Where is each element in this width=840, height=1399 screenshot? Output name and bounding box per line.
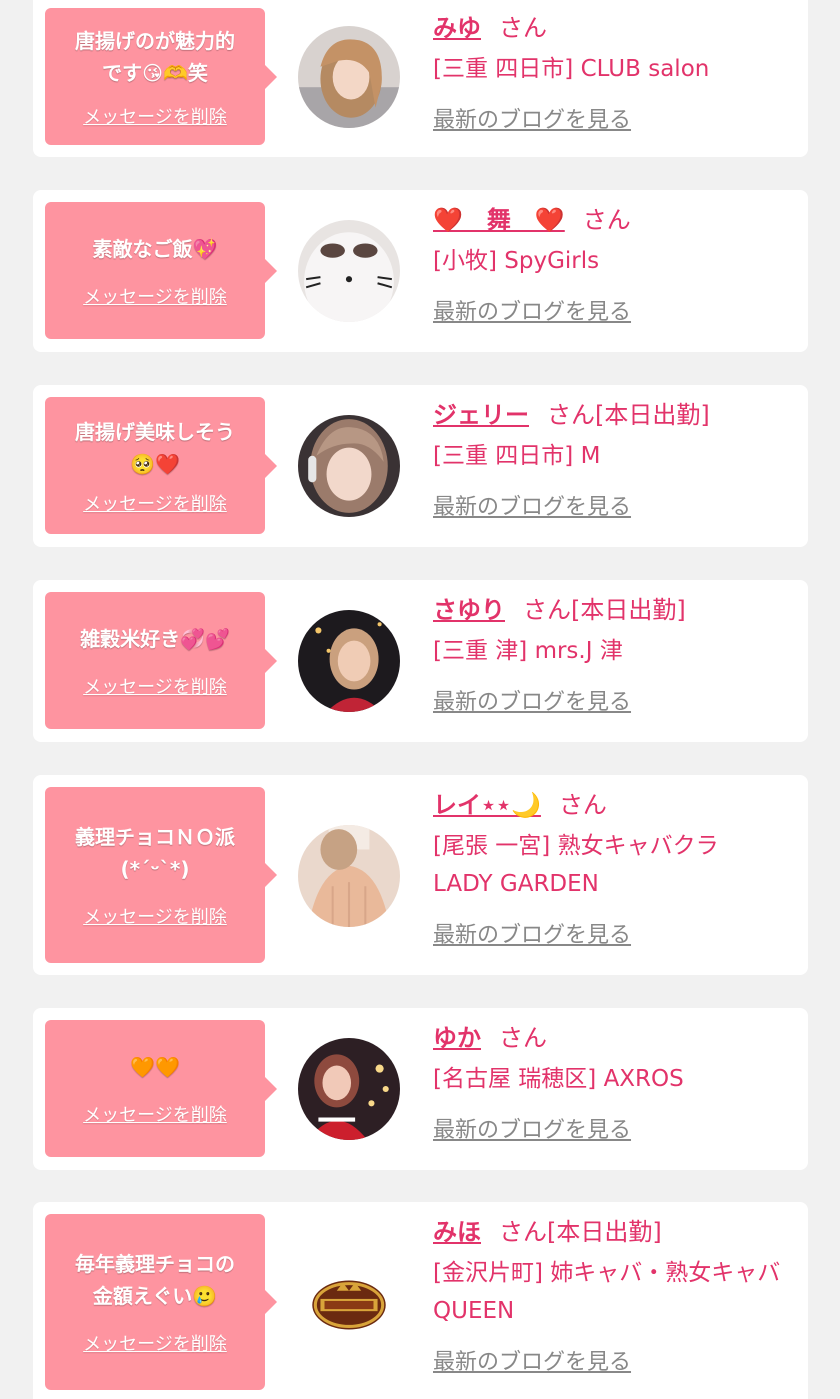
sender-name-link[interactable]: みほ <box>433 1218 481 1246</box>
entry-info: レイ⋆⋆🌙 さん [尾張 一宮] 熟女キャバクラ LADY GARDEN 最新のブ… <box>433 785 796 949</box>
avatar-photo-icon <box>298 610 400 712</box>
honorific: さん <box>499 1024 547 1052</box>
latest-blog-link[interactable]: 最新のブログを見る <box>433 102 631 134</box>
list-item: 🧡🧡 メッセージを削除 ゆか さん [名古屋 瑞穂区] AXROS 最新のブログを… <box>33 1008 808 1170</box>
shop-name: [三重 津] mrs.J 津 <box>433 638 623 664</box>
message-text: 唐揚げのが魅力的 です😘🫶笑 <box>75 28 235 85</box>
sender-name-link[interactable]: ジェリー <box>433 401 529 429</box>
list-item: 素敵なご飯💖 メッセージを削除 ❤️ 舞 ❤️ さん [小牧] SpyGirls … <box>33 190 808 352</box>
avatar-photo-icon <box>298 415 400 517</box>
avatar[interactable] <box>298 1038 400 1140</box>
honorific: さん <box>499 14 547 42</box>
entry-info: さゆり さん[本日出勤] [三重 津] mrs.J 津 最新のブログを見る <box>433 590 796 716</box>
latest-blog-link[interactable]: 最新のブログを見る <box>433 489 631 521</box>
delete-message-link[interactable]: メッセージを削除 <box>83 673 227 699</box>
latest-blog-link[interactable]: 最新のブログを見る <box>433 1344 631 1376</box>
delete-message-link[interactable]: メッセージを削除 <box>83 490 227 516</box>
entry-info: みゆ さん [三重 四日市] CLUB salon 最新のブログを見る <box>433 8 796 134</box>
message-text: 唐揚げ美味しそう 🥺❤️ <box>75 419 235 476</box>
avatar-photo-icon <box>298 825 400 927</box>
sender-name-link[interactable]: レイ⋆⋆🌙 <box>433 791 541 819</box>
message-bubble: 義理チョコＮＯ派 (*ˊᵕˋ*) メッセージを削除 <box>45 787 277 963</box>
latest-blog-link[interactable]: 最新のブログを見る <box>433 684 631 716</box>
honorific: さん <box>523 596 571 624</box>
message-bubble: 唐揚げのが魅力的 です😘🫶笑 メッセージを削除 <box>45 8 277 145</box>
honorific: さん <box>499 1218 547 1246</box>
latest-blog-link[interactable]: 最新のブログを見る <box>433 294 631 326</box>
delete-message-link[interactable]: メッセージを削除 <box>83 283 227 309</box>
shop-name: [尾張 一宮] 熟女キャバクラ LADY GARDEN <box>433 833 719 897</box>
sender-name-link[interactable]: ❤️ 舞 ❤️ <box>433 206 565 234</box>
sender-name-link[interactable]: ゆか <box>433 1024 481 1052</box>
avatar[interactable] <box>298 825 400 927</box>
shop-name: [三重 四日市] M <box>433 443 601 469</box>
latest-blog-link[interactable]: 最新のブログを見る <box>433 917 631 949</box>
list-item: 唐揚げ美味しそう 🥺❤️ メッセージを削除 ジェリー さん[本日出勤] [三重 四… <box>33 385 808 547</box>
shop-name: [三重 四日市] CLUB salon <box>433 56 710 82</box>
delete-message-link[interactable]: メッセージを削除 <box>83 1330 227 1356</box>
avatar[interactable] <box>298 220 400 322</box>
message-text: 毎年義理チョコの 金額えぐい🥲 <box>75 1252 235 1308</box>
message-text: 🧡🧡 <box>130 1054 180 1079</box>
message-bubble: 素敵なご飯💖 メッセージを削除 <box>45 202 277 339</box>
message-text: 雑穀米好き💞💕 <box>80 626 230 651</box>
honorific: さん <box>558 791 607 819</box>
status-badge: [本日出勤] <box>547 1218 662 1246</box>
honorific: さん <box>582 206 631 234</box>
shop-name: [金沢片町] 姉キャバ・熟女キャバ QUEEN <box>433 1260 781 1324</box>
avatar-photo-icon <box>298 26 400 128</box>
shop-name: [小牧] SpyGirls <box>433 248 600 274</box>
avatar[interactable] <box>298 26 400 128</box>
delete-message-link[interactable]: メッセージを削除 <box>83 103 227 129</box>
sender-name-link[interactable]: さゆり <box>433 596 505 624</box>
message-bubble: 唐揚げ美味しそう 🥺❤️ メッセージを削除 <box>45 397 277 534</box>
entry-info: ジェリー さん[本日出勤] [三重 四日市] M 最新のブログを見る <box>433 395 796 521</box>
sender-name-link[interactable]: みゆ <box>433 14 481 42</box>
message-bubble: 雑穀米好き💞💕 メッセージを削除 <box>45 592 277 729</box>
latest-blog-link[interactable]: 最新のブログを見る <box>433 1112 631 1144</box>
avatar-photo-icon <box>298 220 400 322</box>
avatar[interactable] <box>298 610 400 712</box>
entry-info: ❤️ 舞 ❤️ さん [小牧] SpyGirls 最新のブログを見る <box>433 200 796 326</box>
shop-name: [名古屋 瑞穂区] AXROS <box>433 1066 684 1092</box>
avatar[interactable] <box>298 1252 400 1354</box>
message-text: 義理チョコＮＯ派 (*ˊᵕˋ*) <box>75 825 235 881</box>
queen-logo-icon <box>298 1252 400 1354</box>
entry-info: みほ さん[本日出勤] [金沢片町] 姉キャバ・熟女キャバ QUEEN 最新のブロ… <box>433 1212 796 1376</box>
delete-message-link[interactable]: メッセージを削除 <box>83 1101 227 1127</box>
list-item: 毎年義理チョコの 金額えぐい🥲 メッセージを削除 みほ さん[本日出勤] [金沢片… <box>33 1202 808 1399</box>
message-bubble: 🧡🧡 メッセージを削除 <box>45 1020 277 1157</box>
list-item: 雑穀米好き💞💕 メッセージを削除 さゆり さん[本日出勤] [三重 津] mrs.… <box>33 580 808 742</box>
delete-message-link[interactable]: メッセージを削除 <box>83 903 227 929</box>
status-badge: [本日出勤] <box>595 401 710 429</box>
list-item: 唐揚げのが魅力的 です😘🫶笑 メッセージを削除 みゆ さん [三重 四日市] CL… <box>33 0 808 157</box>
message-text: 素敵なご飯💖 <box>92 236 218 261</box>
message-bubble: 毎年義理チョコの 金額えぐい🥲 メッセージを削除 <box>45 1214 277 1390</box>
list-item: 義理チョコＮＯ派 (*ˊᵕˋ*) メッセージを削除 レイ⋆⋆🌙 さん [尾張 一宮… <box>33 775 808 975</box>
entry-info: ゆか さん [名古屋 瑞穂区] AXROS 最新のブログを見る <box>433 1018 796 1144</box>
honorific: さん <box>547 401 595 429</box>
avatar-photo-icon <box>298 1038 400 1140</box>
status-badge: [本日出勤] <box>571 596 686 624</box>
avatar[interactable] <box>298 415 400 517</box>
